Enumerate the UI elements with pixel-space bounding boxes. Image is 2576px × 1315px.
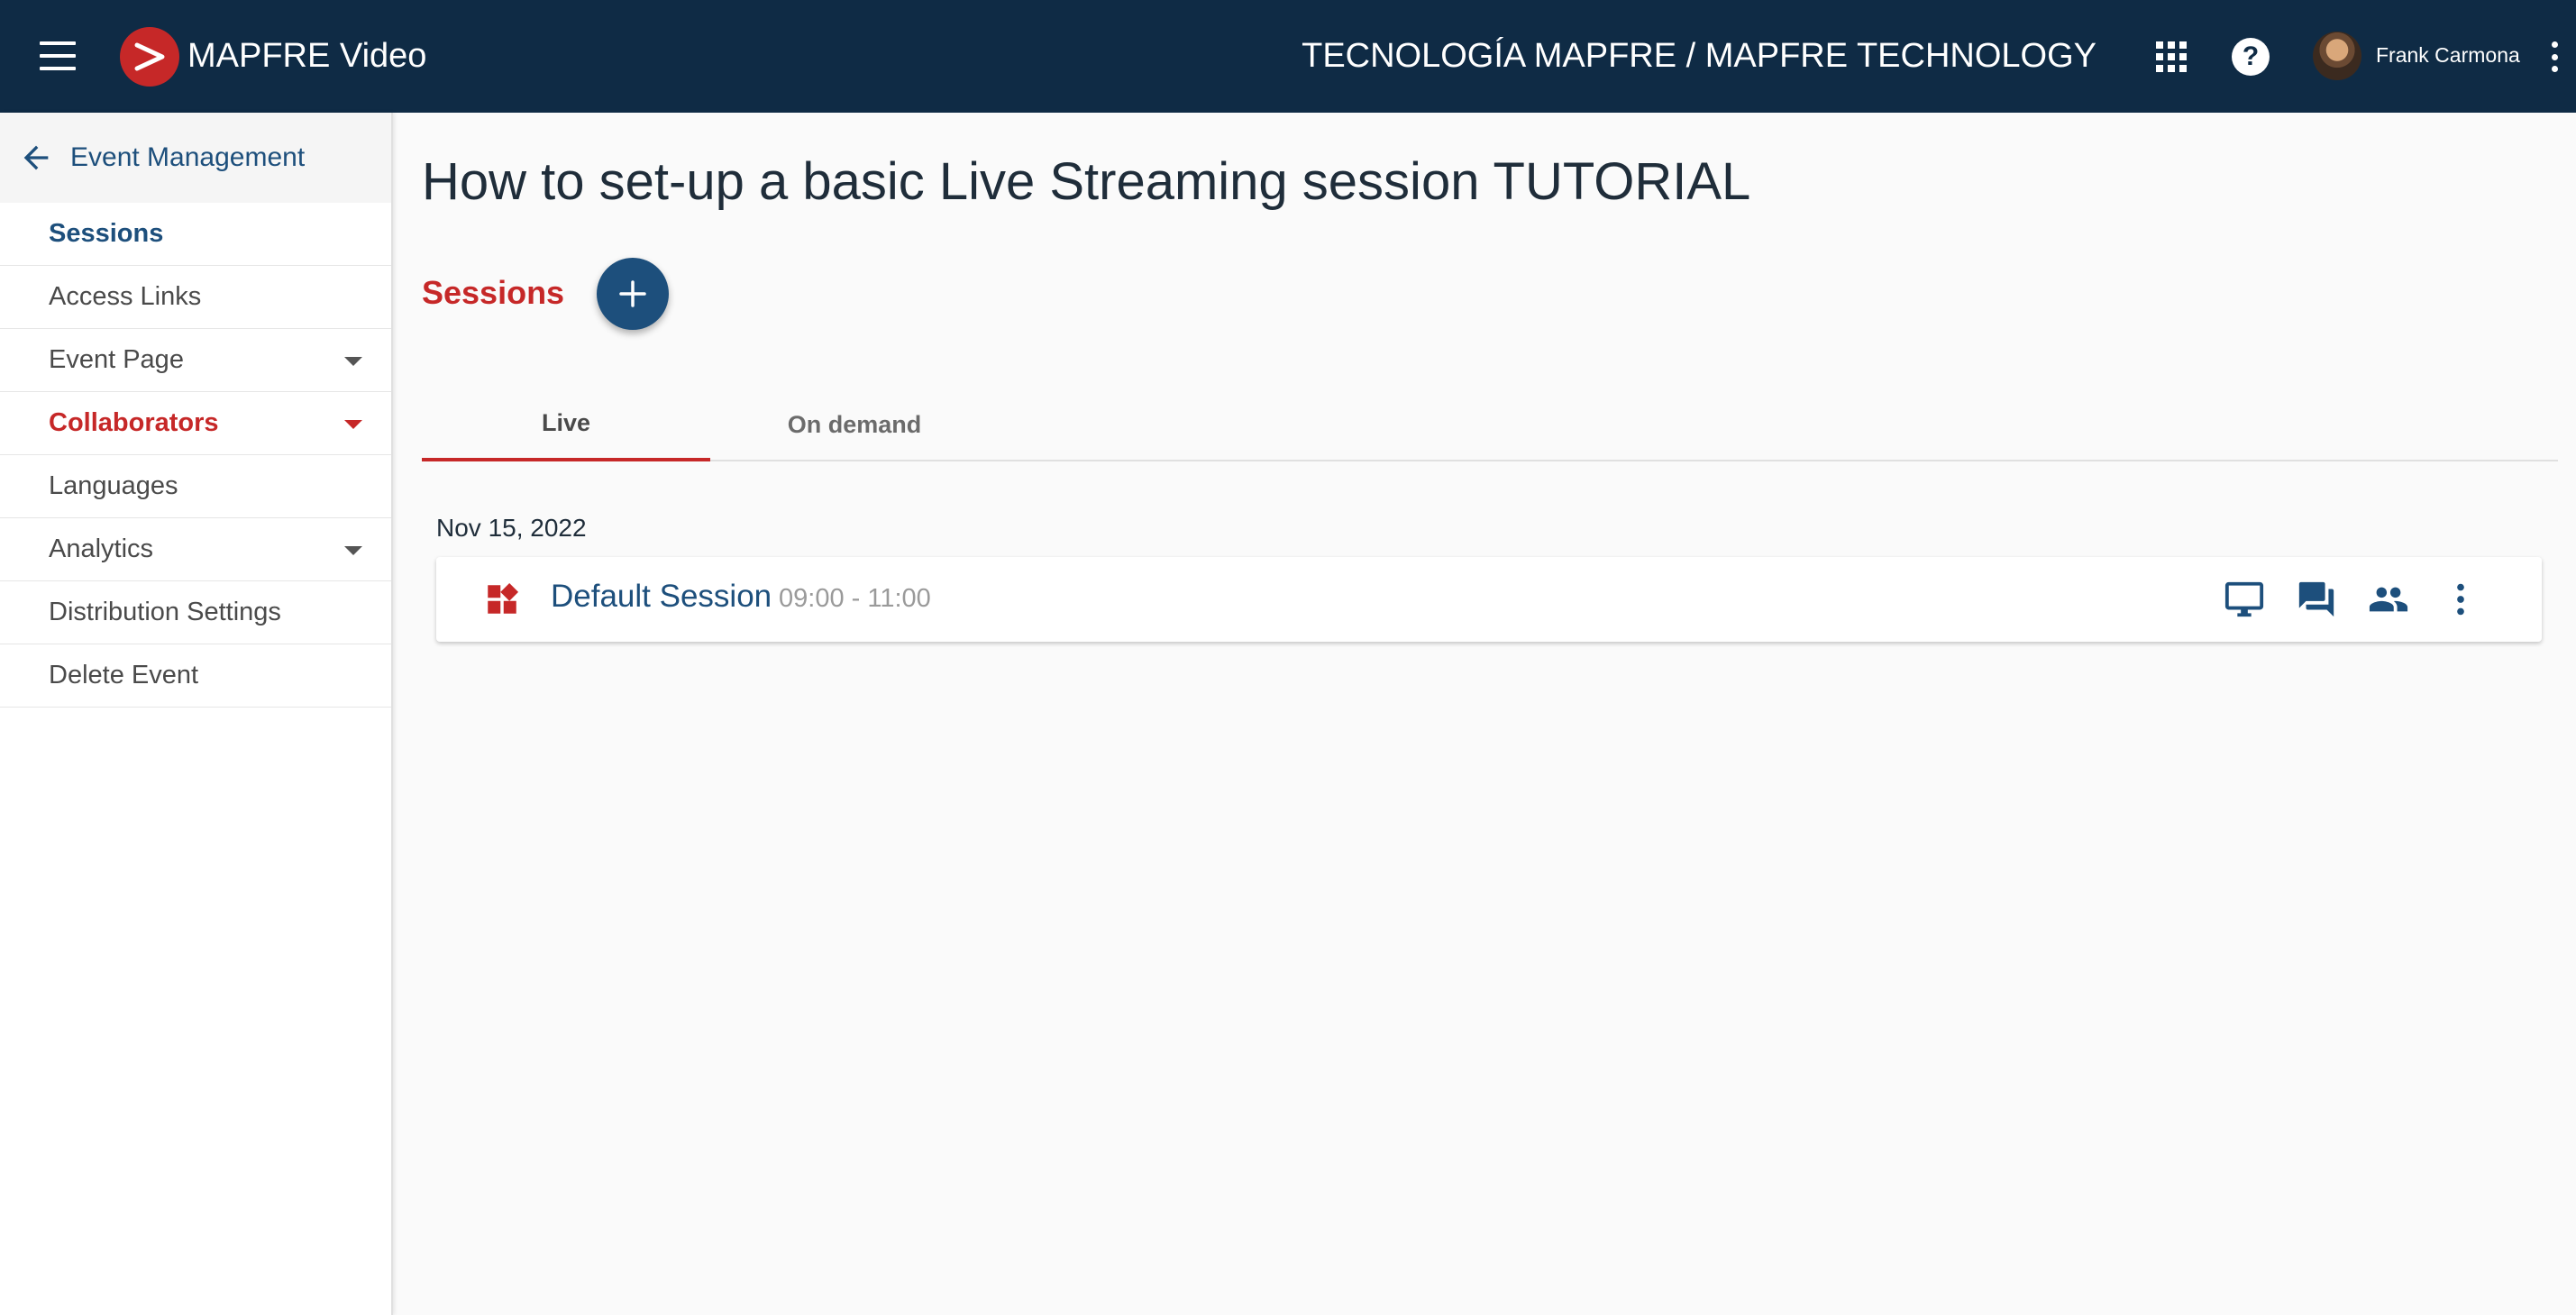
caret-down-icon[interactable]	[344, 420, 362, 429]
sidebar-item-label: Delete Event	[49, 661, 199, 689]
sidebar-item-label: Analytics	[49, 534, 154, 563]
sidebar-item-distribution-settings[interactable]: Distribution Settings	[0, 581, 391, 644]
sidebar-item-label: Languages	[49, 471, 178, 500]
sidebar-item-label: Collaborators	[49, 408, 219, 437]
sessions-heading: Sessions	[422, 274, 565, 311]
tab-live[interactable]: Live	[422, 388, 710, 461]
avatar[interactable]	[2313, 32, 2361, 80]
back-to-event-management[interactable]: Event Management	[0, 113, 391, 203]
sidebar-item-sessions[interactable]: Sessions	[0, 203, 391, 266]
sidebar-item-label: Access Links	[49, 282, 202, 311]
sidebar-item-label: Sessions	[49, 219, 164, 248]
more-options-icon[interactable]	[2552, 41, 2559, 72]
arrow-back-icon	[23, 145, 49, 170]
caret-down-icon[interactable]	[344, 546, 362, 555]
page-title: How to set-up a basic Live Streaming ses…	[422, 152, 1751, 211]
plus-icon	[619, 280, 646, 307]
sidebar-item-delete-event[interactable]: Delete Event	[0, 644, 391, 708]
organization-title: TECNOLOGÍA MAPFRE / MAPFRE TECHNOLOGY	[1302, 37, 2096, 75]
session-tabs: Live On demand	[422, 388, 2558, 461]
user-name[interactable]: Frank Carmona	[2376, 41, 2520, 68]
sidebar-item-label: Event Page	[49, 345, 184, 374]
people-icon[interactable]	[2367, 579, 2410, 620]
mapfre-logo-icon[interactable]	[120, 27, 179, 87]
widgets-icon	[488, 582, 519, 614]
caret-down-icon[interactable]	[344, 357, 362, 366]
session-name-link[interactable]: Default Session	[551, 579, 772, 615]
add-session-button[interactable]	[597, 258, 669, 330]
menu-icon[interactable]	[40, 41, 76, 70]
sidebar-item-label: Distribution Settings	[49, 598, 281, 626]
session-time: 09:00 - 11:00	[779, 584, 931, 613]
sidebar: Event Management Sessions Access Links E…	[0, 113, 393, 1315]
session-row[interactable]: Default Session 09:00 - 11:00	[436, 557, 2542, 642]
app-name[interactable]: MAPFRE Video	[187, 32, 426, 79]
apps-grid-icon[interactable]	[2156, 41, 2187, 72]
sidebar-item-analytics[interactable]: Analytics	[0, 518, 391, 581]
help-icon[interactable]: ?	[2232, 38, 2270, 76]
sidebar-item-event-page[interactable]: Event Page	[0, 329, 391, 392]
monitor-icon[interactable]	[2223, 579, 2266, 620]
tab-on-demand[interactable]: On demand	[710, 388, 999, 461]
sidebar-item-collaborators[interactable]: Collaborators	[0, 392, 391, 455]
top-app-bar: MAPFRE Video TECNOLOGÍA MAPFRE / MAPFRE …	[0, 0, 2576, 113]
session-date: Nov 15, 2022	[436, 514, 587, 542]
sidebar-header-label: Event Management	[70, 142, 306, 172]
more-vert-icon[interactable]	[2439, 579, 2482, 620]
sidebar-item-access-links[interactable]: Access Links	[0, 266, 391, 329]
sidebar-item-languages[interactable]: Languages	[0, 455, 391, 518]
chat-icon[interactable]	[2295, 579, 2338, 620]
